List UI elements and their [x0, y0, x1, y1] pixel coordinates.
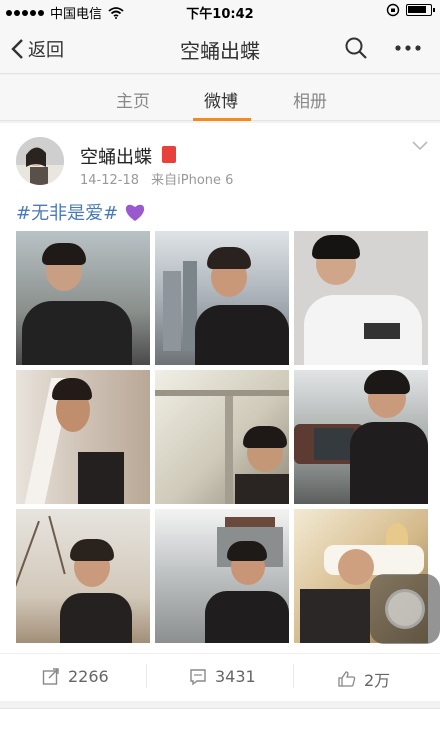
next-post-card	[0, 708, 440, 734]
post-source: 来自iPhone 6	[151, 173, 234, 188]
post-photo[interactable]	[155, 509, 289, 643]
tab-album[interactable]: 相册	[293, 87, 327, 112]
member-badge-icon	[162, 146, 176, 163]
post-photo[interactable]	[155, 370, 289, 504]
repost-button[interactable]: 2266	[42, 667, 109, 686]
action-bar-divider	[0, 653, 440, 654]
post-photo[interactable]	[16, 370, 150, 504]
assistive-touch-icon	[385, 589, 425, 629]
status-time: 下午10:42	[186, 7, 254, 22]
post-photo[interactable]	[155, 231, 289, 365]
avatar[interactable]	[16, 137, 64, 185]
assistive-touch-button[interactable]	[370, 574, 440, 644]
more-options-icon[interactable]	[394, 36, 422, 60]
post-photo[interactable]	[16, 231, 150, 365]
post-photo[interactable]	[16, 509, 150, 643]
separator	[293, 664, 294, 688]
search-icon[interactable]	[344, 36, 368, 60]
post-timestamp: 14-12-18	[80, 173, 140, 188]
purple-heart-icon	[126, 204, 145, 221]
status-bar: 中国电信 下午10:42	[0, 0, 440, 22]
hashtag-link[interactable]: #无非是爱#	[16, 199, 118, 225]
orientation-lock-icon	[386, 3, 400, 17]
repost-count: 2266	[68, 667, 109, 686]
post-meta: 14-12-18 来自iPhone 6	[80, 169, 233, 188]
battery-icon	[406, 4, 435, 16]
chevron-left-icon	[11, 39, 23, 59]
post-username[interactable]: 空蛹出蝶	[80, 143, 152, 169]
tab-home[interactable]: 主页	[116, 87, 150, 112]
chevron-down-icon[interactable]	[412, 141, 428, 151]
repost-icon	[42, 667, 59, 685]
page-title: 空蛹出蝶	[180, 39, 260, 63]
avatar-photo	[16, 137, 64, 185]
comment-icon	[190, 668, 206, 685]
profile-tab-bar: 主页 微博 相册	[0, 75, 440, 121]
thumbs-up-icon	[338, 671, 356, 687]
back-button[interactable]: 返回	[10, 36, 64, 62]
like-button[interactable]: 2万	[338, 667, 390, 691]
like-count: 2万	[364, 671, 391, 690]
post-text: #无非是爱#	[16, 199, 146, 225]
post-photo[interactable]	[294, 231, 428, 365]
active-tab-indicator	[193, 118, 251, 121]
comment-button[interactable]: 3431	[189, 667, 256, 686]
tab-weibo[interactable]: 微博	[204, 87, 238, 112]
comment-count: 3431	[215, 667, 256, 686]
status-right	[386, 3, 435, 17]
navigation-bar: 返回 空蛹出蝶	[0, 22, 440, 74]
post-photo[interactable]	[294, 370, 428, 504]
separator	[146, 664, 147, 688]
back-label: 返回	[28, 40, 64, 61]
